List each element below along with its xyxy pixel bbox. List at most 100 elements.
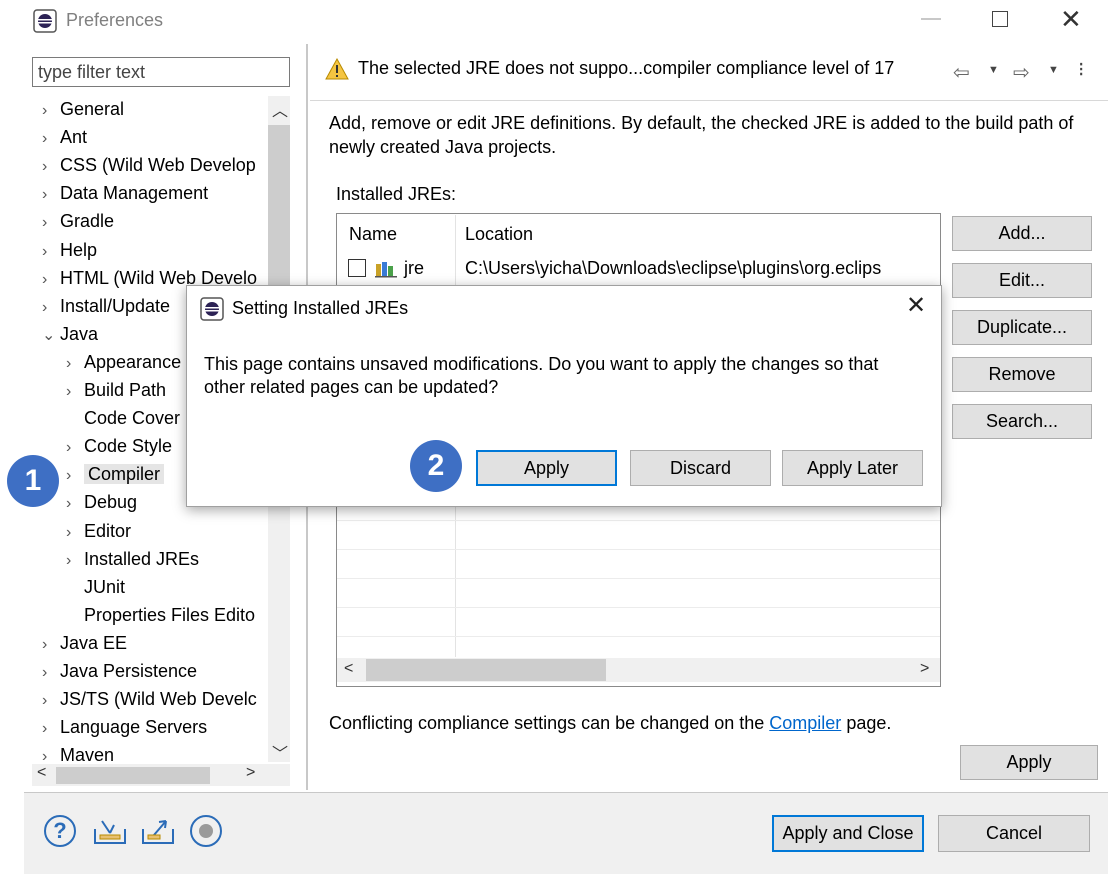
dialog-apply-later-button[interactable]: Apply Later	[782, 450, 923, 486]
remove-jre-button[interactable]: Remove	[952, 357, 1092, 392]
tree-item[interactable]: › Maven	[42, 742, 114, 764]
scroll-right-icon[interactable]: >	[246, 764, 255, 782]
tree-item-label: Properties Files Edito	[84, 604, 256, 625]
collapsed-chevron-icon[interactable]: ›	[66, 491, 84, 517]
tree-item-label: JS/TS (Wild Web Develc	[60, 689, 257, 710]
collapsed-chevron-icon[interactable]: ›	[66, 435, 84, 461]
tree-item-label: Install/Update	[60, 295, 171, 316]
collapsed-chevron-icon[interactable]: ›	[42, 295, 60, 321]
collapsed-chevron-icon[interactable]: ›	[66, 351, 84, 377]
tree-item[interactable]: › Installed JREs	[66, 546, 199, 572]
collapsed-chevron-icon[interactable]: ›	[42, 210, 60, 236]
back-dropdown-icon[interactable]: ▼	[988, 64, 999, 76]
collapsed-chevron-icon[interactable]: ›	[42, 688, 60, 714]
tree-item-label: JUnit	[84, 576, 126, 597]
collapsed-chevron-icon[interactable]: ›	[42, 267, 60, 293]
dialog-discard-button[interactable]: Discard	[630, 450, 771, 486]
installed-jres-label: Installed JREs:	[336, 184, 457, 204]
view-menu-icon[interactable]: ⁝	[1078, 57, 1084, 82]
tree-item[interactable]: › Debug	[66, 489, 137, 515]
tree-horizontal-scroll-thumb[interactable]	[56, 767, 210, 784]
collapsed-chevron-icon[interactable]: ›	[42, 660, 60, 686]
tree-item-label: Installed JREs	[84, 548, 200, 569]
duplicate-jre-button[interactable]: Duplicate...	[952, 310, 1092, 345]
cancel-button[interactable]: Cancel	[938, 815, 1090, 852]
edit-jre-button[interactable]: Edit...	[952, 263, 1092, 298]
search-jre-button[interactable]: Search...	[952, 404, 1092, 439]
scroll-up-icon[interactable]: ︿	[272, 97, 288, 121]
tree-item[interactable]: › Java EE	[42, 630, 127, 656]
tree-item-label: Editor	[84, 520, 132, 541]
tree-item[interactable]: Code Cover	[66, 405, 180, 431]
tree-item[interactable]: Properties Files Edito	[66, 602, 255, 628]
compiler-page-link[interactable]: Compiler	[769, 713, 841, 733]
tree-item-label: Maven	[60, 745, 115, 764]
tree-item[interactable]: › Language Servers	[42, 714, 207, 740]
tree-item[interactable]: › Data Management	[42, 180, 208, 206]
export-icon[interactable]	[140, 815, 176, 847]
collapsed-chevron-icon[interactable]: ›	[42, 239, 60, 265]
table-row-line	[337, 520, 940, 521]
jre-checkbox[interactable]	[348, 259, 366, 277]
filter-input[interactable]	[32, 57, 290, 87]
tree-item[interactable]: JUnit	[66, 574, 125, 600]
maximize-button[interactable]	[992, 11, 1008, 27]
table-row-line	[337, 607, 940, 608]
tree-item-label: Help	[60, 239, 98, 260]
forward-dropdown-icon[interactable]: ▼	[1048, 64, 1059, 76]
conflict-note: Conflicting compliance settings can be c…	[329, 713, 891, 734]
scroll-left-icon[interactable]: <	[37, 764, 46, 782]
tree-item[interactable]: › Ant	[42, 124, 87, 150]
tree-item-label: Appearance	[84, 351, 182, 372]
jre-location-cell[interactable]: C:\Users\yicha\Downloads\eclipse\plugins…	[465, 258, 939, 279]
scroll-right-icon[interactable]: >	[920, 660, 929, 678]
collapsed-chevron-icon[interactable]: ›	[42, 126, 60, 152]
column-header-name[interactable]: Name	[349, 224, 397, 245]
tree-item[interactable]: › Help	[42, 237, 97, 263]
scroll-left-icon[interactable]: <	[344, 660, 353, 678]
tree-item[interactable]: › Editor	[66, 518, 131, 544]
tree-item[interactable]: › Build Path	[66, 377, 166, 403]
tree-item-label: Language Servers	[60, 717, 208, 738]
table-horizontal-scroll-thumb[interactable]	[366, 659, 606, 681]
collapsed-chevron-icon[interactable]: ›	[42, 632, 60, 658]
jre-name-cell[interactable]: jre	[404, 258, 424, 279]
tree-item[interactable]: › General	[42, 96, 124, 122]
back-arrow-icon[interactable]: ⇦	[953, 60, 970, 85]
add-jre-button[interactable]: Add...	[952, 216, 1092, 251]
window-close-button[interactable]: ✕	[1060, 6, 1082, 32]
eclipse-app-icon	[33, 9, 57, 33]
collapsed-chevron-icon[interactable]: ›	[66, 463, 84, 489]
tree-item-label: CSS (Wild Web Develop	[60, 155, 256, 176]
dialog-close-icon[interactable]: ✕	[906, 294, 926, 318]
collapsed-chevron-icon[interactable]: ›	[66, 520, 84, 546]
apply-and-close-button[interactable]: Apply and Close	[772, 815, 924, 852]
tree-item[interactable]: › Gradle	[42, 208, 114, 234]
collapsed-chevron-icon[interactable]: ›	[66, 548, 84, 574]
collapsed-chevron-icon[interactable]: ›	[42, 744, 60, 764]
minimize-button[interactable]	[921, 18, 941, 20]
tree-item[interactable]: › JS/TS (Wild Web Develc	[42, 686, 257, 712]
import-icon[interactable]	[92, 815, 128, 847]
tree-item[interactable]: › CSS (Wild Web Develop	[42, 152, 256, 178]
dialog-apply-button[interactable]: Apply	[476, 450, 617, 486]
collapsed-chevron-icon[interactable]: ›	[42, 716, 60, 742]
forward-arrow-icon[interactable]: ⇨	[1013, 60, 1030, 85]
expanded-chevron-icon[interactable]: ⌄	[42, 323, 60, 349]
tree-item[interactable]: ⌄ Java	[42, 321, 98, 347]
apply-button[interactable]: Apply	[960, 745, 1098, 780]
collapsed-chevron-icon[interactable]: ›	[42, 182, 60, 208]
scroll-down-icon[interactable]: ﹀	[272, 740, 288, 764]
collapsed-chevron-icon[interactable]: ›	[42, 98, 60, 124]
collapsed-chevron-icon[interactable]: ›	[66, 379, 84, 405]
column-header-location[interactable]: Location	[465, 224, 533, 245]
tree-item[interactable]: › Java Persistence	[42, 658, 197, 684]
help-icon[interactable]: ?	[44, 815, 76, 847]
table-row-line	[337, 636, 940, 637]
step-callout-2: 2	[410, 440, 462, 492]
tree-item[interactable]: › Compiler	[66, 461, 165, 489]
tree-item[interactable]: › Appearance	[66, 349, 181, 375]
tree-item[interactable]: › Code Style	[66, 433, 172, 459]
tree-item[interactable]: › Install/Update	[42, 293, 170, 319]
collapsed-chevron-icon[interactable]: ›	[42, 154, 60, 180]
